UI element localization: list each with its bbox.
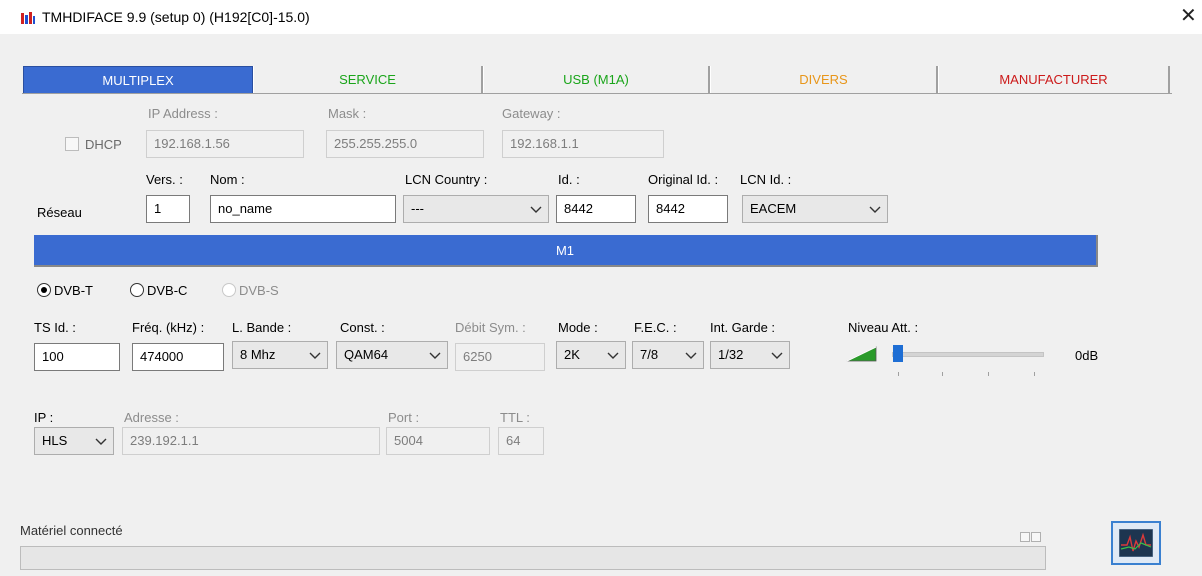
freq-field[interactable]: 474000 xyxy=(132,343,224,371)
slider-tick xyxy=(898,372,899,376)
dvbc-label: DVB-C xyxy=(147,283,188,298)
chevron-down-icon xyxy=(309,352,321,359)
lcn-id-label: LCN Id. : xyxy=(740,172,792,187)
port-field[interactable]: 5004 xyxy=(386,427,490,455)
ip-label: IP : xyxy=(34,410,54,425)
fec-value: 7/8 xyxy=(640,347,659,362)
bande-select[interactable]: 8 Mhz xyxy=(232,341,328,369)
chevron-down-icon xyxy=(869,206,881,213)
lcn-country-value: --- xyxy=(411,201,424,216)
dhcp-checkbox[interactable] xyxy=(65,137,79,151)
adresse-label: Adresse : xyxy=(124,410,179,425)
tab-service[interactable]: SERVICE xyxy=(253,66,483,94)
mask-field[interactable]: 255.255.255.0 xyxy=(326,130,484,158)
lcn-country-select[interactable]: --- xyxy=(403,195,549,223)
garde-select[interactable]: 1/32 xyxy=(710,341,790,369)
mask-label: Mask : xyxy=(328,106,367,121)
debit-field[interactable]: 6250 xyxy=(455,343,545,371)
dvbc-radio[interactable] xyxy=(130,283,144,297)
tab-divider xyxy=(22,93,1172,94)
bande-value: 8 Mhz xyxy=(240,347,276,362)
ip-address-field[interactable]: 192.168.1.56 xyxy=(146,130,304,158)
dvbt-radio[interactable] xyxy=(37,283,51,297)
port-label: Port : xyxy=(388,410,420,425)
vers-field[interactable]: 1 xyxy=(146,195,190,223)
fec-select[interactable]: 7/8 xyxy=(632,341,704,369)
ip-mode-select[interactable]: HLS xyxy=(34,427,114,455)
const-label: Const. : xyxy=(340,320,385,335)
slider-tick xyxy=(942,372,943,376)
adresse-field[interactable]: 239.192.1.1 xyxy=(122,427,380,455)
nom-field[interactable]: no_name xyxy=(210,195,396,223)
id-field[interactable]: 8442 xyxy=(556,195,636,223)
dvbs-label: DVB-S xyxy=(239,283,279,298)
niveau-label: Niveau Att. : xyxy=(848,320,919,335)
mode-select[interactable]: 2K xyxy=(556,341,626,369)
chevron-down-icon xyxy=(530,206,542,213)
dvbt-label: DVB-T xyxy=(54,283,93,298)
window-title: TMHDIFACE 9.9 (setup 0) (H192[C0]-15.0) xyxy=(42,9,310,25)
original-id-field[interactable]: 8442 xyxy=(648,195,728,223)
tab-manufacturer[interactable]: MANUFACTURER xyxy=(938,66,1170,94)
chevron-down-icon xyxy=(771,352,783,359)
garde-value: 1/32 xyxy=(718,347,744,362)
chevron-down-icon xyxy=(685,352,697,359)
nom-label: Nom : xyxy=(210,172,245,187)
chevron-down-icon xyxy=(95,438,107,445)
niveau-slider-thumb[interactable] xyxy=(893,345,903,362)
freq-label: Fréq. (kHz) : xyxy=(132,320,205,335)
status-indicator-1 xyxy=(1020,532,1030,542)
reseau-label: Réseau xyxy=(37,205,82,220)
lcn-country-label: LCN Country : xyxy=(405,172,488,187)
mode-label: Mode : xyxy=(558,320,598,335)
dhcp-label: DHCP xyxy=(85,137,122,152)
ttl-field[interactable]: 64 xyxy=(498,427,544,455)
slider-tick xyxy=(988,372,989,376)
mode-value: 2K xyxy=(564,347,580,362)
multiplex-tab-m1[interactable]: M1 xyxy=(34,235,1098,267)
tab-multiplex[interactable]: MULTIPLEX xyxy=(23,66,253,94)
app-icon xyxy=(21,12,35,24)
signal-level-icon xyxy=(846,346,877,362)
chevron-down-icon xyxy=(429,352,441,359)
status-indicator-2 xyxy=(1031,532,1041,542)
ip-mode-value: HLS xyxy=(42,433,68,448)
connection-progress-bar xyxy=(20,546,1046,570)
monitor-icon xyxy=(1119,529,1153,557)
debit-label: Débit Sym. : xyxy=(455,320,526,335)
monitor-button[interactable] xyxy=(1111,521,1161,565)
ttl-label: TTL : xyxy=(500,410,530,425)
gateway-label: Gateway : xyxy=(502,106,561,121)
niveau-value: 0dB xyxy=(1075,348,1099,363)
chevron-down-icon xyxy=(607,352,619,359)
status-label: Matériel connecté xyxy=(20,523,123,538)
ip-address-label: IP Address : xyxy=(148,106,218,121)
tsid-field[interactable]: 100 xyxy=(34,343,120,371)
garde-label: Int. Garde : xyxy=(710,320,776,335)
lcn-id-value: EACEM xyxy=(750,201,797,216)
slider-tick xyxy=(1034,372,1035,376)
id-label: Id. : xyxy=(558,172,580,187)
vers-label: Vers. : xyxy=(146,172,183,187)
fec-label: F.E.C. : xyxy=(634,320,677,335)
lcn-id-select[interactable]: EACEM xyxy=(742,195,888,223)
original-id-label: Original Id. : xyxy=(648,172,719,187)
gateway-field[interactable]: 192.168.1.1 xyxy=(502,130,664,158)
bande-label: L. Bande : xyxy=(232,320,292,335)
tsid-label: TS Id. : xyxy=(34,320,76,335)
niveau-slider-track[interactable] xyxy=(892,352,1044,357)
const-value: QAM64 xyxy=(344,347,389,362)
const-select[interactable]: QAM64 xyxy=(336,341,448,369)
close-icon[interactable]: ✕ xyxy=(1180,6,1197,26)
tab-usb[interactable]: USB (M1A) xyxy=(483,66,710,94)
tab-divers[interactable]: DIVERS xyxy=(710,66,938,94)
dvbs-radio[interactable] xyxy=(222,283,236,297)
